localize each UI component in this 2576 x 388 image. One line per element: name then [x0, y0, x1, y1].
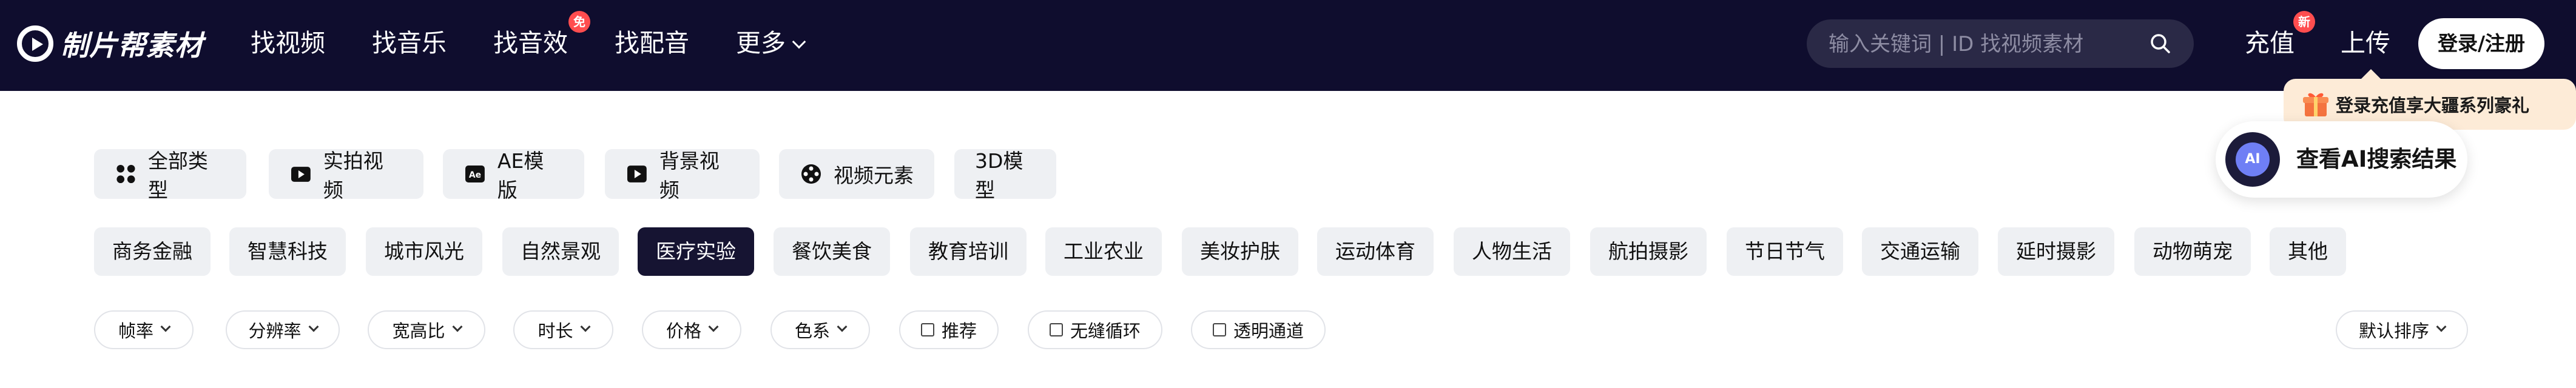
- category-chip[interactable]: 其他: [2270, 227, 2346, 276]
- chevron-down-icon: [708, 321, 719, 332]
- category-chip[interactable]: 人物生活: [1454, 227, 1570, 276]
- type-background-video[interactable]: 背景视频: [605, 149, 760, 202]
- search-icon[interactable]: [2148, 32, 2173, 56]
- ai-search-label: 查看AI搜索结果: [2296, 146, 2457, 172]
- filter-price[interactable]: 价格: [642, 310, 741, 349]
- login-register-button[interactable]: 登录/注册: [2418, 18, 2544, 69]
- ai-icon: AI: [2225, 132, 2280, 187]
- new-badge: 新: [2293, 11, 2315, 33]
- nav-more[interactable]: 更多: [736, 24, 806, 62]
- filter-seamless-loop[interactable]: 无缝循环: [1028, 310, 1162, 349]
- checkbox[interactable]: [920, 323, 934, 336]
- type-live-video-label: 实拍视频: [323, 149, 383, 202]
- checkbox[interactable]: [1049, 323, 1063, 336]
- type-all-label: 全部类型: [147, 149, 208, 202]
- category-chip[interactable]: 美妆护肤: [1182, 227, 1298, 276]
- filter-duration[interactable]: 时长: [513, 310, 613, 349]
- nav-find-sfx[interactable]: 找音效: [493, 24, 568, 62]
- category-chip[interactable]: 交通运输: [1862, 227, 1978, 276]
- filter-recommended-label: 推荐: [941, 321, 977, 341]
- category-chip-active[interactable]: 医疗实验: [638, 227, 754, 276]
- video-camera-icon: [291, 167, 311, 182]
- filter-alpha-channel-label: 透明通道: [1233, 321, 1304, 341]
- chevron-down-icon: [2436, 321, 2447, 332]
- upload-link[interactable]: 上传: [2341, 24, 2390, 62]
- nav-more-label: 更多: [736, 28, 786, 58]
- filter-duration-label: 时长: [538, 321, 573, 341]
- type-3d-model[interactable]: 3D模型: [954, 149, 1056, 202]
- category-chip[interactable]: 航拍摄影: [1590, 227, 1707, 276]
- filter-seamless-loop-label: 无缝循环: [1070, 321, 1141, 341]
- category-chip[interactable]: 节日节气: [1727, 227, 1843, 276]
- ai-icon-label: AI: [2236, 142, 2270, 176]
- search-input[interactable]: [1827, 19, 2145, 69]
- category-chip[interactable]: 运动体育: [1317, 227, 1434, 276]
- nav-find-voiceover[interactable]: 找配音: [615, 24, 689, 62]
- type-ae-template-label: AE模版: [497, 149, 544, 202]
- grid-icon: [116, 164, 135, 184]
- category-chip[interactable]: 延时摄影: [1998, 227, 2114, 276]
- free-badge: 免: [568, 11, 590, 33]
- filter-frame-rate[interactable]: 帧率: [94, 310, 194, 349]
- brand-name: 制片帮素材: [61, 29, 203, 62]
- filter-color-label: 色系: [794, 321, 830, 341]
- type-all[interactable]: 全部类型: [94, 149, 246, 202]
- category-chip[interactable]: 商务金融: [94, 227, 211, 276]
- nav-find-video[interactable]: 找视频: [251, 24, 325, 62]
- type-live-video[interactable]: 实拍视频: [269, 149, 423, 202]
- filter-aspect-ratio-label: 宽高比: [392, 321, 445, 341]
- sort-label: 默认排序: [2358, 321, 2429, 341]
- gift-icon: [2303, 93, 2328, 116]
- brand-logo[interactable]: 制片帮素材: [17, 19, 203, 68]
- ae-icon: Ae: [465, 166, 485, 182]
- promo-text: 登录充值享大疆系列豪礼: [2336, 95, 2530, 116]
- category-chip[interactable]: 餐饮美食: [774, 227, 890, 276]
- film-reel-icon: [801, 164, 821, 184]
- category-chip[interactable]: 动物萌宠: [2134, 227, 2251, 276]
- svg-text:Ae: Ae: [469, 170, 481, 180]
- top-header: 制片帮素材 找视频 找音乐 找音效 免 找配音 更多 充值 新 上传 登录/注册: [0, 0, 2576, 91]
- filter-alpha-channel[interactable]: 透明通道: [1191, 310, 1326, 349]
- category-chip[interactable]: 智慧科技: [229, 227, 346, 276]
- filter-price-label: 价格: [666, 321, 701, 341]
- ai-search-button[interactable]: AI 查看AI搜索结果: [2216, 121, 2467, 198]
- category-chip[interactable]: 工业农业: [1045, 227, 1162, 276]
- type-3d-model-label: 3D模型: [975, 149, 1023, 202]
- filter-frame-rate-label: 帧率: [118, 321, 153, 341]
- topup-link[interactable]: 充值: [2245, 24, 2294, 62]
- sort-dropdown[interactable]: 默认排序: [2336, 310, 2468, 349]
- filter-aspect-ratio[interactable]: 宽高比: [368, 310, 485, 349]
- chevron-down-icon: [792, 35, 806, 49]
- chevron-down-icon: [452, 321, 462, 332]
- play-icon: [627, 166, 647, 182]
- type-ae-template[interactable]: Ae AE模版: [443, 149, 584, 202]
- filter-color[interactable]: 色系: [770, 310, 870, 349]
- chevron-down-icon: [308, 321, 319, 332]
- checkbox[interactable]: [1212, 323, 1226, 336]
- category-chip[interactable]: 自然景观: [502, 227, 619, 276]
- filter-resolution[interactable]: 分辨率: [226, 310, 340, 349]
- chevron-down-icon: [160, 321, 171, 332]
- logo-play-icon: [17, 25, 53, 62]
- search-bar: [1807, 19, 2194, 69]
- filter-resolution-label: 分辨率: [248, 321, 302, 341]
- filter-recommended[interactable]: 推荐: [899, 310, 999, 349]
- category-chip[interactable]: 城市风光: [366, 227, 482, 276]
- chevron-down-icon: [580, 321, 590, 332]
- type-background-video-label: 背景视频: [659, 149, 720, 202]
- category-chip[interactable]: 教育培训: [910, 227, 1027, 276]
- chevron-down-icon: [837, 321, 848, 332]
- nav-find-music[interactable]: 找音乐: [372, 24, 447, 62]
- type-video-element[interactable]: 视频元素: [779, 149, 934, 199]
- type-video-element-label: 视频元素: [834, 164, 914, 187]
